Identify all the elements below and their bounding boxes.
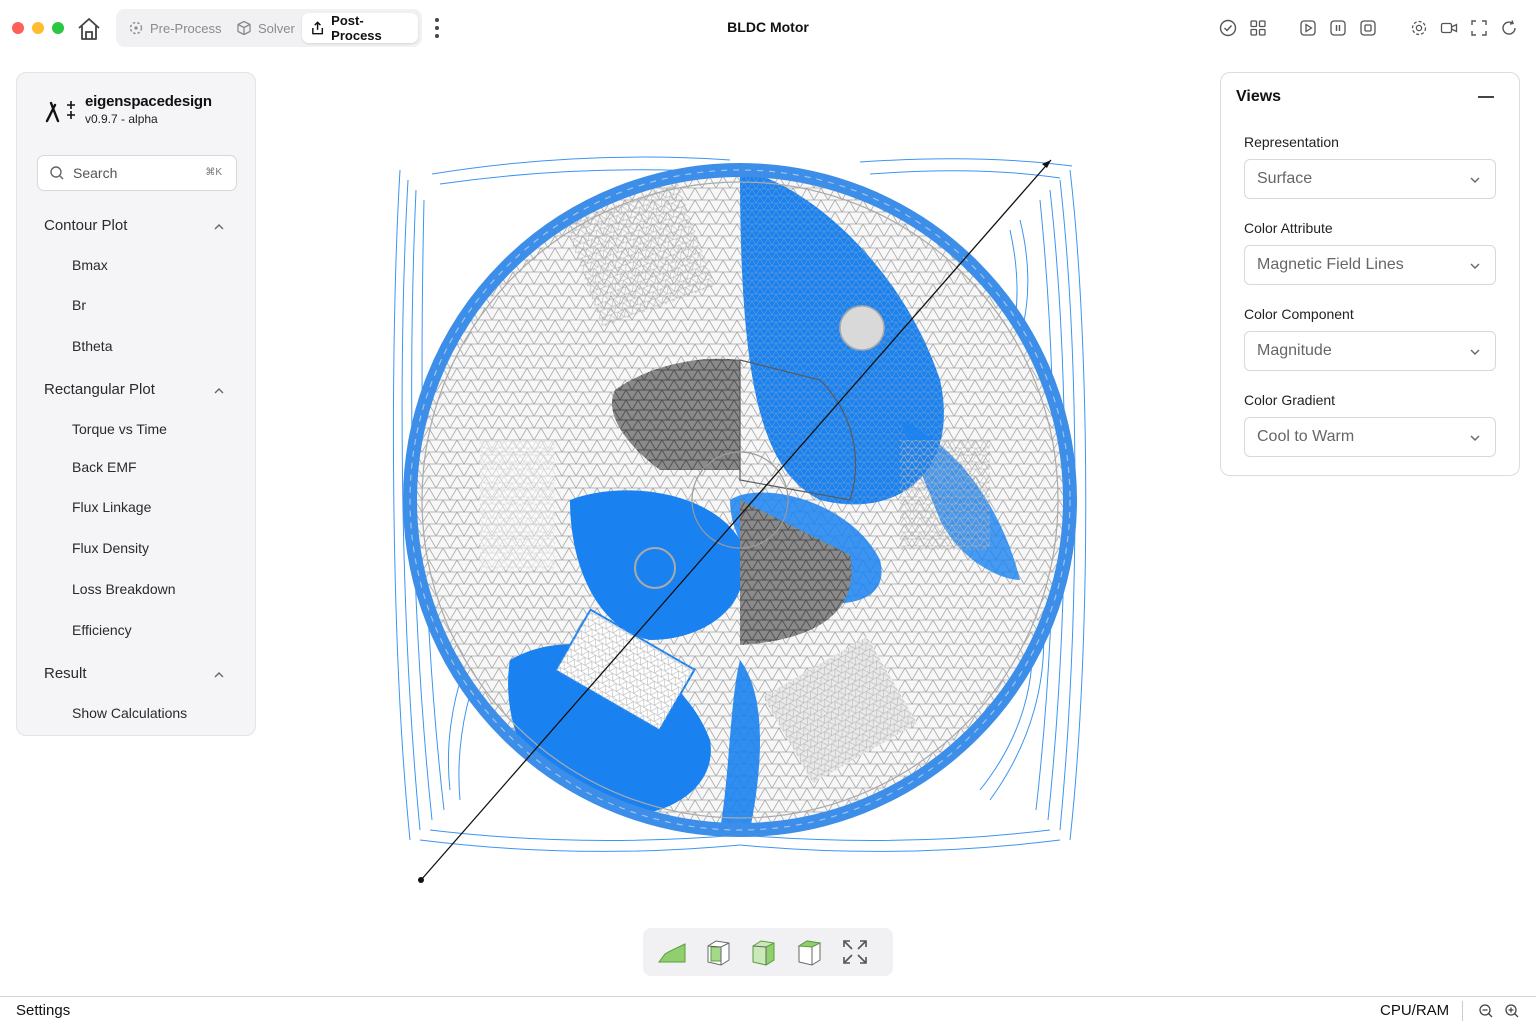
sidebar-item-loss-breakdown[interactable]: Loss Breakdown [72, 581, 176, 597]
color-attribute-label: Color Attribute [1244, 220, 1333, 236]
representation-select[interactable]: Surface [1244, 159, 1496, 199]
sidebar-item-flux-density[interactable]: Flux Density [72, 540, 149, 556]
sidebar-item-flux-linkage[interactable]: Flux Linkage [72, 499, 151, 515]
side-view-icon[interactable] [747, 936, 779, 968]
chevron-down-icon [1470, 263, 1480, 269]
section-result[interactable]: Result [44, 665, 87, 682]
color-component-label: Color Component [1244, 306, 1354, 322]
tab-label: Solver [258, 20, 295, 36]
fit-view-icon[interactable] [839, 936, 871, 968]
fullscreen-icon[interactable] [1469, 18, 1489, 38]
motor-field-viewport[interactable] [380, 140, 1100, 900]
stop-icon[interactable] [1358, 18, 1378, 38]
select-value: Surface [1257, 170, 1313, 187]
grid-icon[interactable] [1248, 18, 1268, 38]
gear-icon[interactable] [1409, 18, 1429, 38]
cpu-ram-indicator[interactable]: CPU/RAM [1380, 1002, 1449, 1019]
brand-logo [45, 101, 75, 123]
views-title: Views [1236, 88, 1282, 105]
more-icon[interactable] [430, 16, 444, 40]
sidebar: eigenspacedesign v0.9.7 - alpha Search ⌘… [16, 72, 256, 736]
sidebar-item-torque-vs-time[interactable]: Torque vs Time [72, 421, 167, 437]
chevron-up-icon[interactable] [213, 385, 225, 397]
sidebar-item-back-emf[interactable]: Back EMF [72, 459, 137, 475]
tab-label: Pre-Process [150, 20, 222, 36]
tab-post-process[interactable]: Post-Process [302, 13, 418, 43]
home-icon[interactable] [76, 16, 102, 42]
preprocess-icon [129, 21, 143, 35]
status-bar: Settings CPU/RAM [0, 996, 1536, 1024]
chevron-down-icon [1470, 349, 1480, 355]
views-panel: Views Representation Surface Color Attri… [1220, 72, 1520, 476]
view-toolbar [643, 928, 893, 976]
chevron-up-icon[interactable] [213, 221, 225, 233]
tab-pre-process[interactable]: Pre-Process [120, 13, 230, 43]
cut-line-handle[interactable] [418, 877, 424, 883]
close-window-button[interactable] [12, 22, 24, 34]
sidebar-item-efficiency[interactable]: Efficiency [72, 622, 132, 638]
window-title: BLDC Motor [727, 19, 809, 35]
stage-tabs: Pre-Process Solver Post-Process [116, 9, 422, 47]
section-rectangular-plot[interactable]: Rectangular Plot [44, 381, 155, 398]
select-value: Magnetic Field Lines [1257, 256, 1404, 273]
iso-view-icon[interactable] [793, 936, 825, 968]
tab-label: Post-Process [331, 13, 382, 43]
search-icon [50, 166, 64, 180]
chevron-down-icon [1470, 177, 1480, 183]
title-bar: Pre-Process Solver Post-Process BLDC Mot… [0, 0, 1536, 56]
version-label: v0.9.7 - alpha [85, 112, 158, 126]
collapse-button[interactable] [1478, 96, 1494, 98]
color-gradient-label: Color Gradient [1244, 392, 1336, 408]
search-placeholder: Search [73, 165, 118, 181]
representation-label: Representation [1244, 134, 1339, 150]
status-divider [1462, 1001, 1463, 1021]
front-view-icon[interactable] [702, 936, 734, 968]
play-icon[interactable] [1298, 18, 1318, 38]
pause-icon[interactable] [1328, 18, 1348, 38]
zoom-out-icon[interactable] [1478, 1003, 1494, 1019]
refresh-icon[interactable] [1499, 18, 1519, 38]
sidebar-item-btheta[interactable]: Btheta [72, 338, 112, 354]
section-contour-plot[interactable]: Contour Plot [44, 217, 127, 234]
search-input[interactable]: Search ⌘K [37, 155, 237, 191]
settings-link[interactable]: Settings [16, 1002, 70, 1019]
cube-icon [237, 20, 251, 36]
select-value: Cool to Warm [1257, 428, 1355, 445]
chevron-down-icon [1470, 435, 1480, 441]
search-shortcut: ⌘K [205, 167, 222, 178]
color-attribute-select[interactable]: Magnetic Field Lines [1244, 245, 1496, 285]
chevron-up-icon[interactable] [213, 669, 225, 681]
sidebar-item-bmax[interactable]: Bmax [72, 257, 108, 273]
video-icon[interactable] [1439, 18, 1459, 38]
color-component-select[interactable]: Magnitude [1244, 331, 1496, 371]
minimize-window-button[interactable] [32, 22, 44, 34]
select-value: Magnitude [1257, 342, 1332, 359]
tab-solver[interactable]: Solver [228, 13, 303, 43]
surface-view-icon[interactable] [657, 936, 689, 968]
export-icon [312, 21, 324, 35]
check-circle-icon[interactable] [1218, 18, 1238, 38]
brand-name: eigenspacedesign [85, 93, 212, 110]
color-gradient-select[interactable]: Cool to Warm [1244, 417, 1496, 457]
zoom-in-icon[interactable] [1504, 1003, 1520, 1019]
cut-line-arrow [1042, 160, 1051, 168]
sidebar-item-show-calculations[interactable]: Show Calculations [72, 705, 187, 721]
sidebar-item-br[interactable]: Br [72, 297, 86, 313]
maximize-window-button[interactable] [52, 22, 64, 34]
